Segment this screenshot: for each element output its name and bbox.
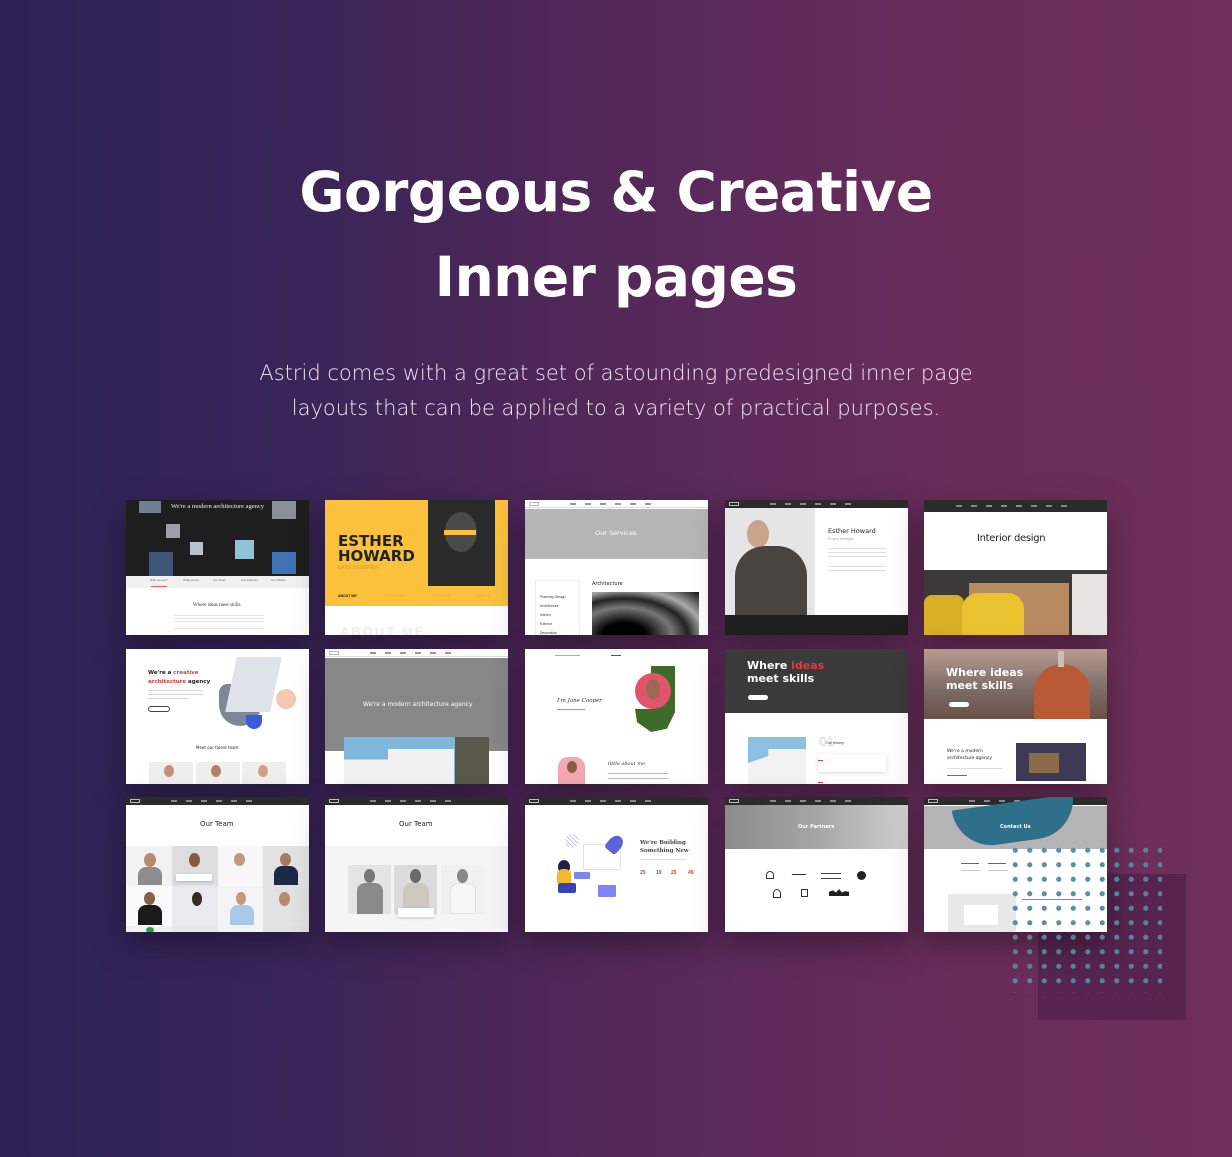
page-subtitle-line2: layouts that can be applied to a variety… [291,396,941,420]
preview-tab: Who we are? [150,578,168,582]
preview-title: Interior design [977,533,1046,544]
preview-section: little about me [608,761,646,767]
preview-title: Our Team [200,820,234,828]
preview-menu-item: Interior [540,613,551,617]
page-title-line1: Gorgeous & Creative [299,160,933,224]
title-part: meet skills [747,672,815,685]
countdown-seconds: 49 [688,870,694,876]
preview-tab: What we do [183,578,199,582]
preview-heading: Architecture [592,581,623,587]
preview-title: I'm Jane Cooper [557,698,602,704]
title-line: Where ideas [946,666,1024,679]
countdown-hours: 19 [656,870,662,876]
title-accent: ideas [791,659,825,672]
preview-title: We're a creative architecture agency [148,669,210,687]
preview-section: We're a modern architecture agency [947,749,993,761]
title-part: Where [747,659,788,672]
preview-menu-item: MY WORKS [385,594,405,598]
preview-menu-item: Exterior [540,622,553,626]
preview-coming-soon[interactable]: We're Building Something New 25 19 25 49 [525,797,708,932]
preview-title: Our Partners [798,824,835,830]
preview-section: ABOUT ME [340,624,426,635]
preview-about-us[interactable]: We're a modern architecture agency Who w… [126,500,309,635]
preview-about-me[interactable]: ESTHER HOWARD UX/UI DESIGNER ABOUT ME MY… [325,500,508,635]
preview-grid: We're a modern architecture agency Who w… [126,500,1108,932]
preview-title-line2: HOWARD [338,547,415,565]
preview-menu-item: Planning Design [540,595,566,599]
preview-title: Our Team [399,820,433,828]
countdown-days: 25 [640,870,646,876]
preview-menu-item: Architecture [540,604,559,608]
preview-team-member[interactable]: Esther Howard Project Manager [725,500,908,635]
preview-history[interactable]: Where ideas meet skills 01 Our History [725,649,908,784]
preview-creative-agency[interactable]: We're a creative architecture agency Mee… [126,649,309,784]
preview-tab: Our Partners [241,578,259,582]
preview-our-team-grid[interactable]: Our Team [126,797,309,932]
preview-title: Where ideas meet skills [946,666,1023,692]
preview-title: Contact Us [1000,824,1031,830]
preview-person-name: Esther Howard [828,527,876,535]
preview-tab: Our Works [271,578,286,582]
preview-menu-item: Decoration [540,631,557,635]
preview-title: We're Building Something New [640,839,689,855]
title-line: Something New [640,848,689,854]
countdown-minutes: 25 [671,870,677,876]
preview-personal[interactable]: I'm Jane Cooper little about me [525,649,708,784]
page-title: Gorgeous & Creative Inner pages [0,150,1232,320]
preview-title: Our Services [595,529,637,537]
page-subtitle: Astrid comes with a great set of astound… [0,356,1232,426]
preview-interior-design[interactable]: Interior design [924,500,1107,635]
preview-menu-item: MY STORY [433,594,452,598]
preview-section: Meet our talent team [196,745,239,750]
title-line: We're Building [640,840,686,846]
preview-our-partners[interactable]: Our Partners [725,797,908,932]
preview-our-team-simple[interactable]: Our Team [325,797,508,932]
preview-modern-agency[interactable]: We're a modern architecture agency [325,649,508,784]
preview-section: Where ideas meet skills [193,603,241,608]
preview-tab: Our Team [213,578,227,582]
title-accent: architecture [148,679,187,685]
preview-title: We're a modern architecture agency [171,503,265,510]
preview-title: Where ideas meet skills [747,659,824,685]
preview-our-services[interactable]: Our Services Planning Design Architectur… [525,500,708,635]
title-line: meet skills [946,679,1014,692]
page-title-line2: Inner pages [434,245,798,309]
preview-menu-item: ABOUT ME [338,594,357,598]
decorative-dot-pattern [1008,843,1162,993]
preview-section: Our History [826,741,844,745]
preview-landing-florence[interactable]: Where ideas meet skills We're a modern a… [924,649,1107,784]
preview-title: We're a modern architecture agency [363,701,473,708]
preview-menu-item: JOIN US [476,594,490,598]
preview-subtitle: UX/UI DESIGNER [338,565,379,571]
title-part: We're a [148,670,172,676]
page-subtitle-line1: Astrid comes with a great set of astound… [259,361,973,385]
title-part: agency [188,679,211,685]
title-accent: creative [173,670,199,676]
preview-person-role: Project Manager [828,537,854,541]
